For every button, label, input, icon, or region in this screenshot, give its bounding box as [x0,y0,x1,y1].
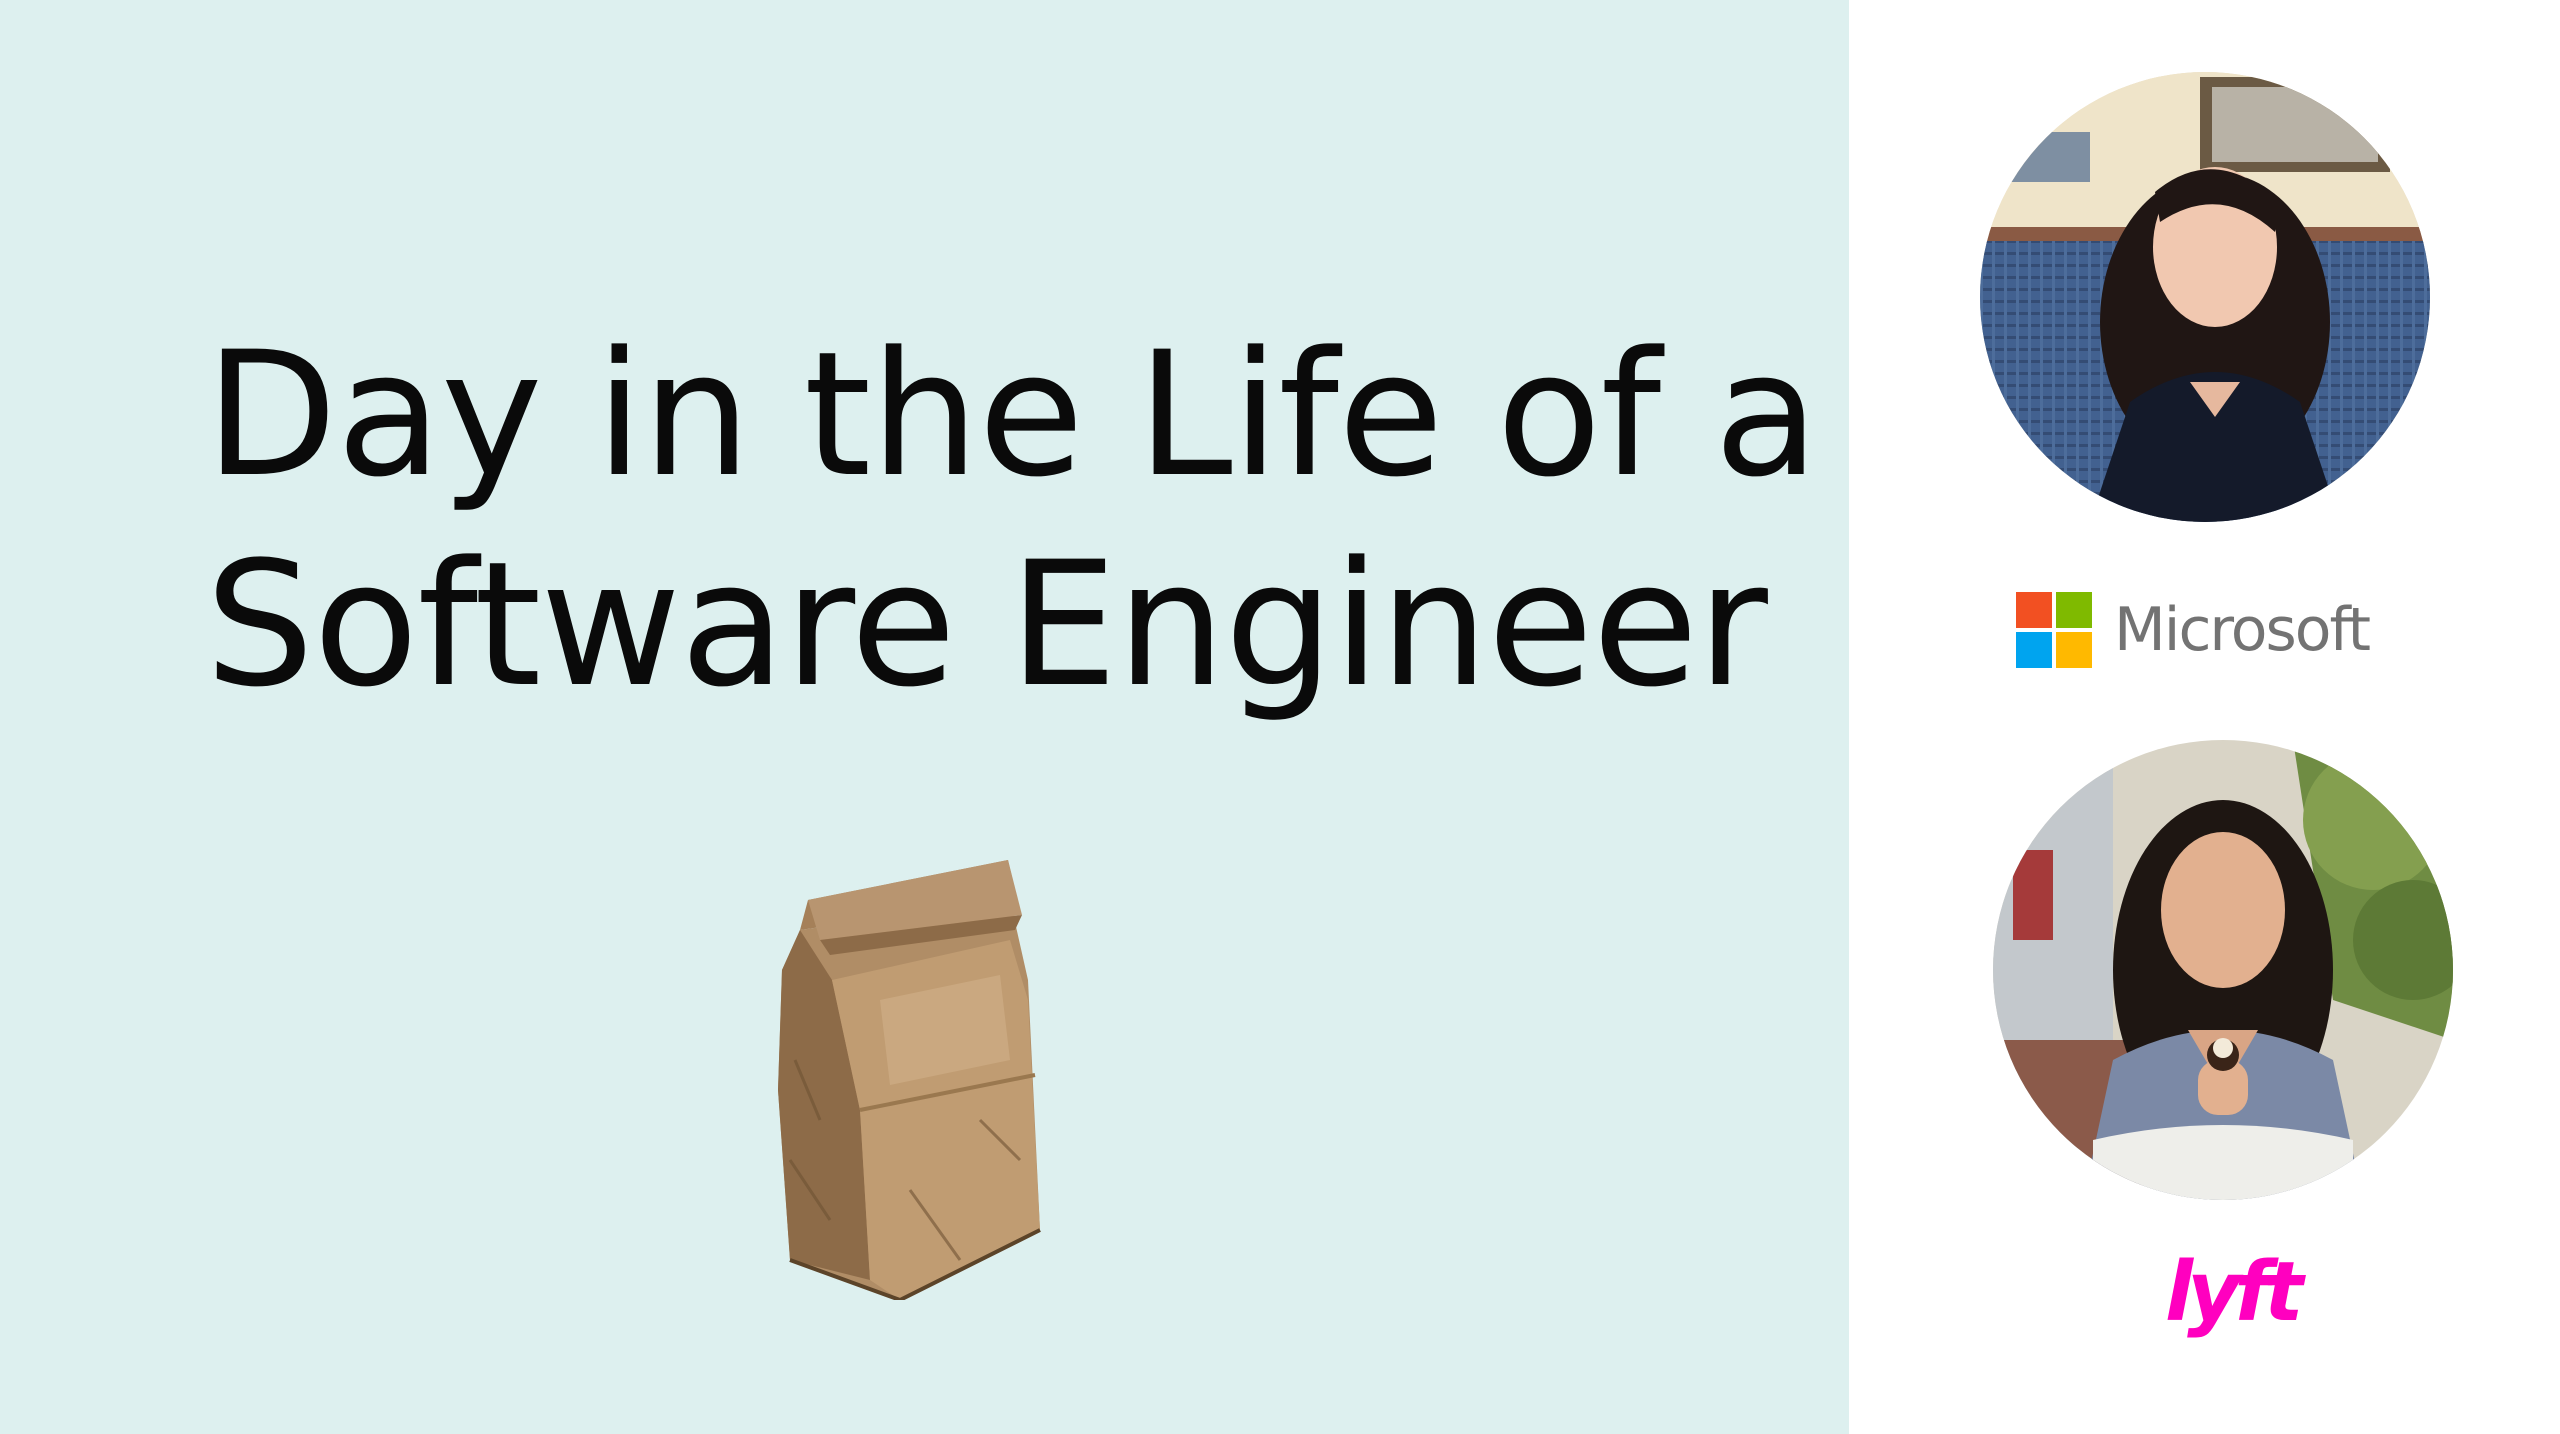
microsoft-logo-grid [2016,592,2092,668]
lyft-logo: lyft [2165,1245,2303,1340]
slide-main-panel: Day in the Life of a Software Engineer [0,0,1849,1434]
title-line-2: Software Engineer [205,524,1768,725]
title-line-1: Day in the Life of a [205,314,1819,515]
microsoft-wordmark: Microsoft [2114,595,2371,665]
speaker-photo-2 [1993,740,2453,1200]
microsoft-logo: Microsoft [2016,592,2371,668]
paper-bag-icon [778,860,1041,1300]
slide-title: Day in the Life of a Software Engineer [205,310,1819,730]
speaker-photo-1 [1980,72,2430,522]
